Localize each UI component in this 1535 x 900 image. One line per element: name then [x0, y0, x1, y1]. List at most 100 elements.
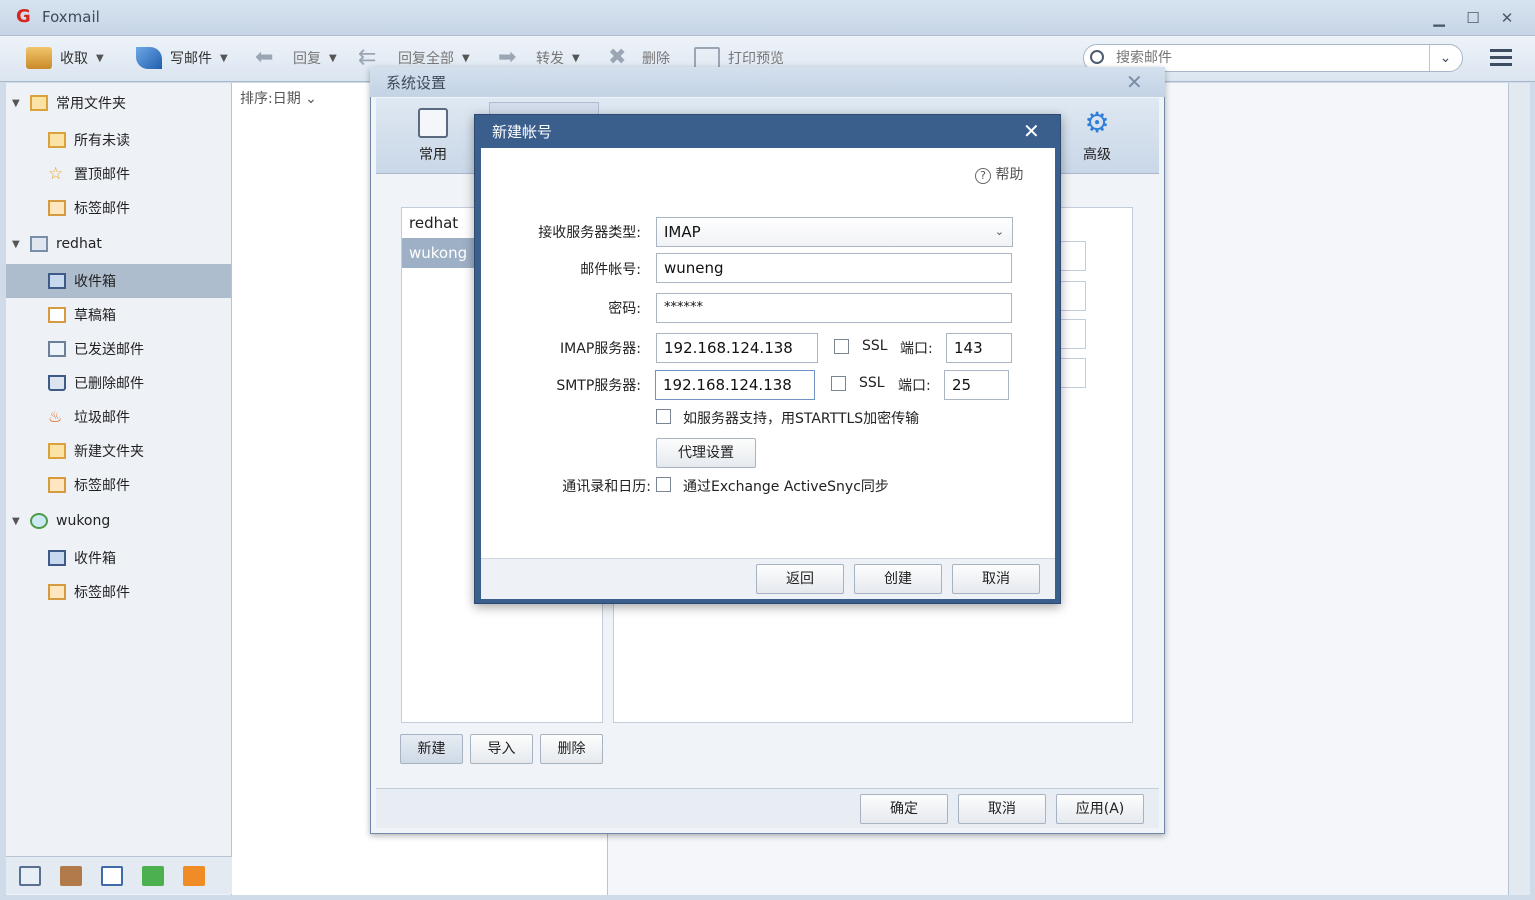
compose-label: 写邮件: [170, 51, 212, 67]
star-icon: ☆: [48, 164, 64, 184]
chevron-down-icon: ⌄: [994, 225, 1004, 238]
server-type-select[interactable]: IMAP ⌄: [656, 217, 1013, 247]
sort-label: 排序:日期: [240, 91, 301, 107]
tab-common[interactable]: 常用: [398, 108, 468, 168]
sidebar-item-drafts[interactable]: 草稿箱: [6, 298, 231, 332]
smtp-port-input[interactable]: 25: [944, 370, 1009, 400]
sidebar-item-new-folder[interactable]: 新建文件夹: [6, 434, 231, 468]
sidebar-item-tagged[interactable]: 标签邮件: [6, 191, 231, 225]
folder-icon: [48, 443, 66, 459]
sidebar-item-label: 置顶邮件: [74, 167, 130, 183]
settings-cancel-button[interactable]: 取消: [958, 794, 1046, 824]
sidebar-item-redhat-inbox[interactable]: 收件箱: [6, 264, 231, 298]
starttls-checkbox[interactable]: [656, 409, 671, 424]
group-redhat[interactable]: ▼ redhat: [6, 227, 231, 261]
calendar-icon[interactable]: [101, 866, 123, 886]
sidebar-item-redhat-tagged[interactable]: 标签邮件: [6, 468, 231, 502]
tab-advanced[interactable]: ⚙ 高级: [1062, 108, 1132, 168]
help-link[interactable]: ? 帮助: [975, 164, 1023, 184]
settings-close-button[interactable]: ✕: [1126, 70, 1143, 94]
new-account-button[interactable]: 新建: [400, 734, 463, 764]
collapse-triangle-icon[interactable]: ▼: [12, 98, 22, 109]
smtp-ssl-checkbox[interactable]: [831, 376, 846, 391]
proxy-settings-button[interactable]: 代理设置: [656, 438, 756, 468]
notes-icon[interactable]: [142, 866, 164, 886]
sidebar-item-pinned[interactable]: ☆ 置顶邮件: [6, 157, 231, 191]
create-button[interactable]: 创建: [854, 564, 942, 594]
smtp-server-input[interactable]: 192.168.124.138: [655, 370, 815, 400]
ok-button[interactable]: 确定: [860, 794, 948, 824]
reply-arrow-icon: ⬅: [255, 45, 274, 70]
sort-dropdown[interactable]: 排序:日期 ⌄: [240, 88, 317, 108]
help-icon: ?: [975, 168, 991, 184]
reply-button[interactable]: ⬅ 回复 ▼: [255, 44, 337, 72]
collapse-triangle-icon[interactable]: ▼: [12, 516, 22, 527]
inbox-icon: [48, 550, 66, 566]
help-label: 帮助: [995, 167, 1024, 183]
inbox-icon: [48, 273, 66, 289]
maximize-button[interactable]: ☐: [1462, 8, 1484, 28]
sidebar-item-label: 收件箱: [74, 274, 116, 290]
compose-button[interactable]: 写邮件 ▼: [136, 44, 228, 72]
account-input[interactable]: wuneng: [656, 253, 1012, 283]
sidebar-item-label: 标签邮件: [74, 478, 130, 494]
new-account-close-button[interactable]: ✕: [1023, 119, 1040, 143]
sidebar-item-all-unread[interactable]: 所有未读: [6, 123, 231, 157]
group-wukong[interactable]: ▼ wukong: [6, 504, 231, 538]
detail-field[interactable]: [1060, 319, 1086, 349]
smtp-ssl-label: SSL: [859, 375, 885, 391]
account-label: 邮件帐号:: [580, 262, 641, 278]
sidebar-item-label: 垃圾邮件: [74, 410, 130, 426]
sidebar-item-label: 所有未读: [74, 133, 130, 149]
contacts-calendar-label: 通讯录和日历:: [562, 479, 651, 495]
inbox-tray-icon: [26, 47, 52, 69]
foxmail-logo-icon: G: [16, 6, 31, 27]
delete-label: 删除: [642, 51, 670, 67]
sidebar-item-deleted[interactable]: 已删除邮件: [6, 366, 231, 400]
search-options-chevron-icon[interactable]: ⌄: [1429, 45, 1461, 71]
sidebar-item-junk[interactable]: ♨ 垃圾邮件: [6, 400, 231, 434]
delete-account-button[interactable]: 删除: [540, 734, 603, 764]
imap-port-input[interactable]: 143: [946, 333, 1012, 363]
forward-label: 转发: [536, 51, 564, 67]
main-menu-icon[interactable]: [1490, 49, 1512, 67]
apply-button[interactable]: 应用(A): [1056, 794, 1144, 824]
password-input[interactable]: ******: [656, 293, 1012, 323]
sidebar-item-sent[interactable]: 已发送邮件: [6, 332, 231, 366]
rss-feed-icon[interactable]: [183, 866, 205, 886]
right-scrollbar[interactable]: [1508, 83, 1530, 895]
back-button[interactable]: 返回: [756, 564, 844, 594]
contacts-icon[interactable]: [60, 866, 82, 886]
collapse-triangle-icon[interactable]: ▼: [12, 239, 22, 250]
search-input[interactable]: [1116, 48, 1416, 68]
group-common-folders[interactable]: ▼ 常用文件夹: [6, 86, 231, 120]
search-icon: [1090, 50, 1104, 64]
feather-pen-icon: [136, 47, 162, 69]
exchange-sync-label: 通过Exchange ActiveSnyc同步: [683, 479, 889, 495]
close-button[interactable]: ✕: [1496, 8, 1518, 28]
server-type-label: 接收服务器类型:: [538, 225, 641, 241]
detail-field[interactable]: [1060, 241, 1086, 271]
gear-icon: ⚙: [1084, 106, 1110, 139]
minimize-button[interactable]: ▁: [1428, 8, 1450, 28]
detail-field[interactable]: [1060, 358, 1086, 388]
new-account-cancel-button[interactable]: 取消: [952, 564, 1040, 594]
imap-server-input[interactable]: 192.168.124.138: [656, 333, 818, 363]
new-account-title: 新建帐号: [492, 123, 553, 141]
starttls-label: 如服务器支持，用STARTTLS加密传输: [683, 411, 920, 427]
sidebar-item-wukong-inbox[interactable]: 收件箱: [6, 541, 231, 575]
settings-title-bar: [370, 67, 1165, 97]
forward-arrow-icon: ➡: [498, 45, 517, 70]
import-account-button[interactable]: 导入: [470, 734, 533, 764]
receive-button[interactable]: 收取 ▼: [26, 44, 104, 72]
imap-ssl-checkbox[interactable]: [834, 339, 849, 354]
app-title: Foxmail: [42, 8, 100, 26]
sidebar-item-wukong-tagged[interactable]: 标签邮件: [6, 575, 231, 609]
group-label: 常用文件夹: [56, 96, 126, 112]
printer-icon: [694, 47, 720, 69]
exchange-sync-checkbox[interactable]: [656, 477, 671, 492]
detail-field[interactable]: [1060, 281, 1086, 311]
mail-view-icon[interactable]: [19, 866, 41, 886]
sidebar-item-label: 已删除邮件: [74, 376, 144, 392]
reply-all-arrow-icon: ⇇: [358, 45, 377, 70]
